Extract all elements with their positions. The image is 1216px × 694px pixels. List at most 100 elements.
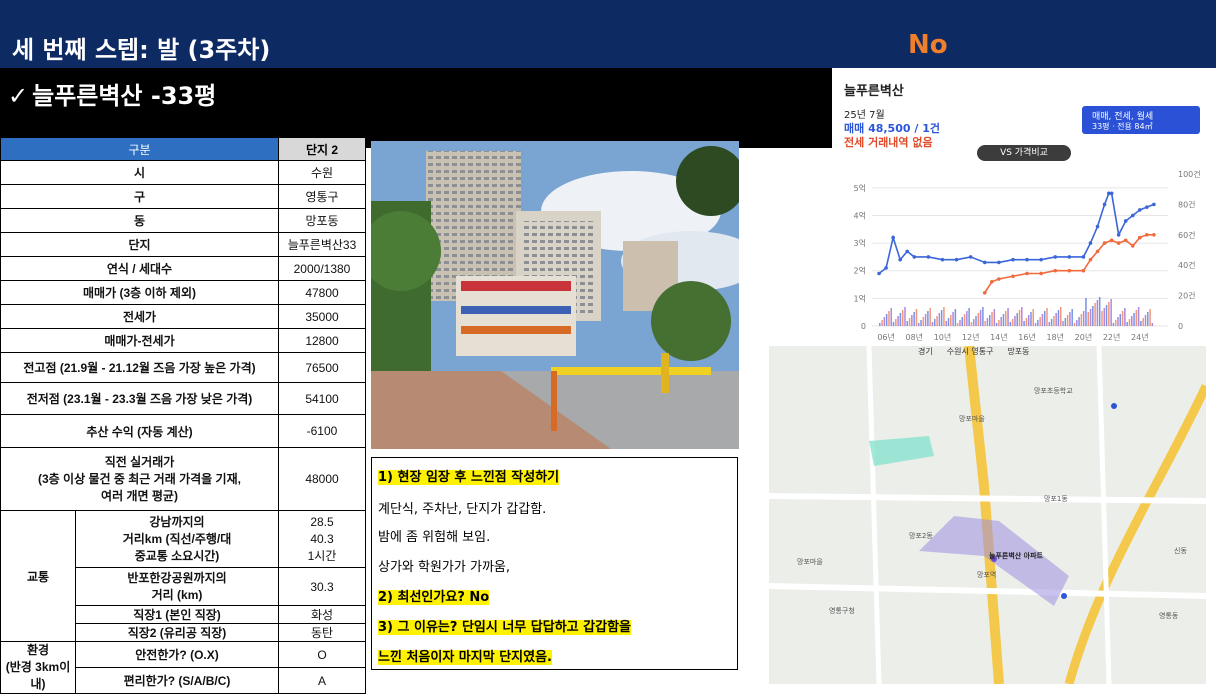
volume-bar — [993, 309, 996, 326]
transport-group: 교통 — [0, 510, 76, 642]
data-point — [1081, 255, 1086, 259]
volume-bar — [1147, 312, 1149, 326]
x-tick-label: 18년 — [1046, 332, 1064, 342]
conv-label: 편리한가? (S/A/B/C) — [75, 667, 279, 694]
table-row: 시 수원 — [0, 160, 366, 185]
volume-bar — [1062, 321, 1064, 326]
row-value: 76500 — [278, 352, 366, 383]
row-label: 구 — [0, 184, 279, 209]
volume-bar — [1112, 323, 1115, 326]
volume-bar — [899, 313, 902, 326]
map-location-bar[interactable]: 경기 수원시 영통구 망포동 — [918, 346, 1044, 360]
volume-bar — [1098, 297, 1101, 326]
data-point — [1067, 268, 1072, 273]
data-point — [1145, 205, 1149, 209]
x-tick-label: 16년 — [1018, 332, 1036, 342]
data-point — [877, 271, 881, 276]
note-question-2: 2) 최선인가요? No — [378, 590, 490, 605]
data-point — [940, 257, 945, 262]
note-answer-1: 계단식, 주차난, 단지가 갑갑함. — [378, 502, 547, 517]
volume-bar — [1085, 298, 1087, 326]
y2-tick-label: 40건 — [1178, 260, 1196, 270]
volume-bar — [915, 309, 918, 326]
park-value: 30.3 — [278, 567, 366, 606]
volume-bar — [1053, 316, 1055, 326]
volume-bar — [1082, 311, 1085, 326]
safe-label: 안전한가? (O.X) — [75, 641, 279, 668]
row-value: 2000/1380 — [278, 256, 366, 281]
volume-bar — [911, 315, 913, 326]
table-row: 구 영통구 — [0, 184, 366, 209]
data-point — [968, 255, 973, 259]
data-point — [1102, 202, 1107, 207]
x-tick-label: 14년 — [990, 332, 1008, 342]
y2-tick-label: 80건 — [1178, 199, 1196, 209]
volume-bar — [1089, 309, 1092, 326]
data-point — [1095, 249, 1100, 254]
volume-bar — [954, 309, 957, 326]
volume-bar — [977, 313, 980, 326]
volume-bar — [1114, 320, 1117, 326]
job2-label: 직장2 (유리공 직장) — [75, 623, 279, 642]
note-answer-2: 밤에 좀 위험해 보임. — [378, 530, 491, 545]
volume-bar — [986, 318, 989, 326]
row-value: 35000 — [278, 304, 366, 329]
volume-bar — [888, 311, 890, 326]
volume-bar — [1078, 317, 1080, 326]
site-photo — [371, 141, 739, 449]
map-region: 경기 — [918, 347, 933, 356]
y-tick-label: 3억 — [854, 238, 866, 248]
volume-bar — [895, 319, 897, 326]
price-trend-chart: 0 1억 2억 3억 4억 5억 0 20건 40건 60건 80건 100건 06년 08년 10년 12년… — [854, 169, 1201, 342]
volume-bar — [1108, 302, 1110, 326]
volume-bar — [961, 317, 964, 326]
table-row: 매매가 (3층 이하 제외) 47800 — [0, 280, 366, 305]
data-point — [1039, 257, 1043, 262]
volume-bar — [1066, 315, 1069, 326]
volume-bar — [956, 323, 959, 326]
volume-bar — [1071, 309, 1073, 326]
volume-bar — [913, 312, 915, 326]
location-map[interactable]: 경기 수원시 영통구 망포동 망포마을 망포1동 망포2동 망포역 영통구청 망포마… — [769, 346, 1206, 684]
map-label: 망포역 — [977, 571, 997, 579]
volume-bar — [920, 320, 922, 326]
gangnam-values: 28.5 40.3 1시간 — [278, 510, 366, 568]
row-label: 단지 — [0, 232, 279, 257]
volume-bar — [1005, 311, 1007, 326]
volume-bar — [1043, 311, 1046, 326]
map-label: 신동 — [1174, 547, 1187, 555]
map-dong: 망포동 — [1007, 347, 1030, 356]
slide-title: 세 번째 스텝: 발 (3주차) — [12, 36, 271, 64]
data-point — [1123, 238, 1128, 243]
row-value: 수원 — [278, 160, 366, 185]
volume-bar — [924, 314, 927, 326]
volume-bar — [1144, 315, 1147, 326]
complex-info-table: 구분 단지 2 시 수원 구 영통구 동 망포동 단지 늘푸른벽산33 연식 / 세대수… — [0, 137, 366, 694]
volume-bar — [940, 310, 943, 326]
volume-bar — [1124, 308, 1126, 326]
gangnam-label: 강남까지의 거리km (직선/주행/대 중교통 소요시간) — [75, 510, 279, 568]
header-complex: 단지 2 — [278, 137, 366, 161]
volume-bar — [1037, 320, 1039, 326]
conv-value: A — [278, 667, 366, 694]
map-label: 망포마을 — [797, 558, 823, 566]
row-label: 동 — [0, 208, 279, 233]
volume-bar — [1105, 305, 1108, 326]
volume-bar — [908, 318, 911, 326]
price-chart-panel: 늘푸른벽산 25년 7월 매매 48,500 / 1건 전세 거래내역 없음 매… — [832, 78, 1206, 346]
volume-bar — [883, 317, 886, 326]
map-roads — [769, 346, 1206, 684]
volume-bar — [943, 307, 945, 326]
row-label: 전고점 (21.9월 - 21.12월 즈음 가장 높은 가격) — [0, 352, 279, 383]
volume-bar — [1011, 319, 1014, 326]
volume-bar — [1096, 300, 1099, 326]
data-point — [982, 291, 987, 295]
header-category: 구분 — [0, 137, 279, 161]
volume-bar — [1131, 316, 1133, 326]
checkmark-icon: ✓ — [8, 82, 29, 110]
row-label: 연식 / 세대수 — [0, 256, 279, 281]
map-label: 영통구청 — [829, 607, 855, 615]
data-point — [954, 257, 959, 262]
volume-bar — [1140, 321, 1142, 326]
data-point — [1152, 202, 1156, 207]
